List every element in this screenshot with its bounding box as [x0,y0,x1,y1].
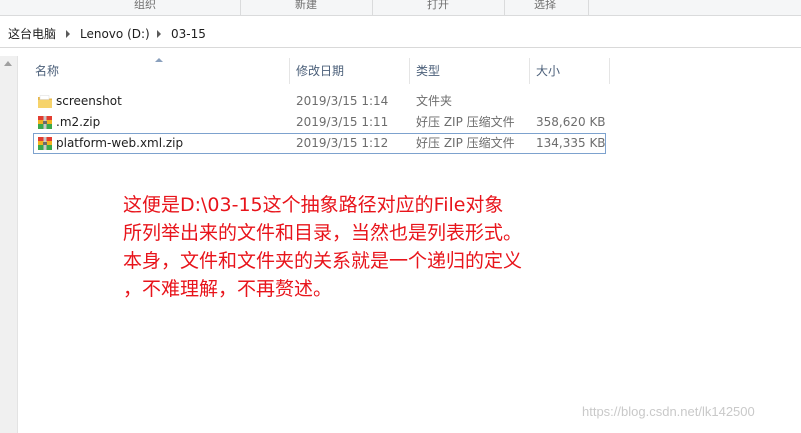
annotation-line: 所列举出来的文件和目录，当然也是列表形式。 [123,222,523,244]
file-type: 好压 ZIP 压缩文件 [416,136,515,150]
file-row-focused[interactable]: platform-web.xml.zip 2019/3/15 1:12 好压 Z… [33,133,606,154]
address-bar[interactable]: 这台电脑 Lenovo (D:) 03-15 [0,21,801,48]
column-header-date[interactable]: 修改日期 [290,58,410,84]
scroll-up-arrow-icon[interactable] [4,61,12,66]
file-date: 2019/3/15 1:12 [296,136,389,150]
file-size: 358,620 KB [536,115,606,129]
ribbon-group-select: 选择 [534,0,556,11]
file-type: 好压 ZIP 压缩文件 [416,115,515,129]
chevron-right-icon[interactable] [66,30,70,38]
folder-icon [38,95,52,108]
zip-archive-icon [38,137,52,150]
file-size: 134,335 KB [536,136,606,150]
ribbon-group-labels: 组织 新建 打开 选择 [0,0,801,16]
zip-archive-icon [38,116,52,129]
watermark-text: https://blog.csdn.net/lk142500 [582,404,755,419]
column-header-type[interactable]: 类型 [410,58,530,84]
ribbon-separator [588,0,589,15]
breadcrumb-drive-d[interactable]: Lenovo (D:) [80,21,150,47]
file-name: .m2.zip [56,115,101,129]
chevron-right-icon[interactable] [157,30,161,38]
file-date: 2019/3/15 1:11 [296,115,389,129]
file-row[interactable]: screenshot 2019/3/15 1:14 文件夹 [33,91,606,112]
file-name: screenshot [56,94,122,108]
column-header-name[interactable]: 名称 [29,58,290,84]
breadcrumb-this-pc[interactable]: 这台电脑 [8,21,56,47]
file-size [536,92,604,111]
file-name: platform-web.xml.zip [56,136,184,150]
ribbon-group-new: 新建 [295,0,317,11]
column-header-size[interactable]: 大小 [530,58,610,84]
breadcrumb-folder[interactable]: 03-15 [171,21,206,47]
file-type: 文件夹 [416,94,453,108]
annotation-line: 这便是D:\03-15这个抽象路径对应的File对象 [123,194,504,216]
navigation-pane-scrollbar[interactable] [0,56,18,433]
annotation-line: ，不难理解，不再赘述。 [123,278,333,300]
annotation-text: 这便是D:\03-15这个抽象路径对应的File对象 所列举出来的文件和目录，当… [123,191,593,303]
file-date: 2019/3/15 1:14 [296,94,389,108]
ribbon-group-open: 打开 [427,0,449,11]
ribbon-group-organize: 组织 [134,0,156,11]
annotation-line: 本身，文件和文件夹的关系就是一个递归的定义 [123,250,523,272]
file-row[interactable]: .m2.zip 2019/3/15 1:11 好压 ZIP 压缩文件 358,6… [33,112,606,133]
